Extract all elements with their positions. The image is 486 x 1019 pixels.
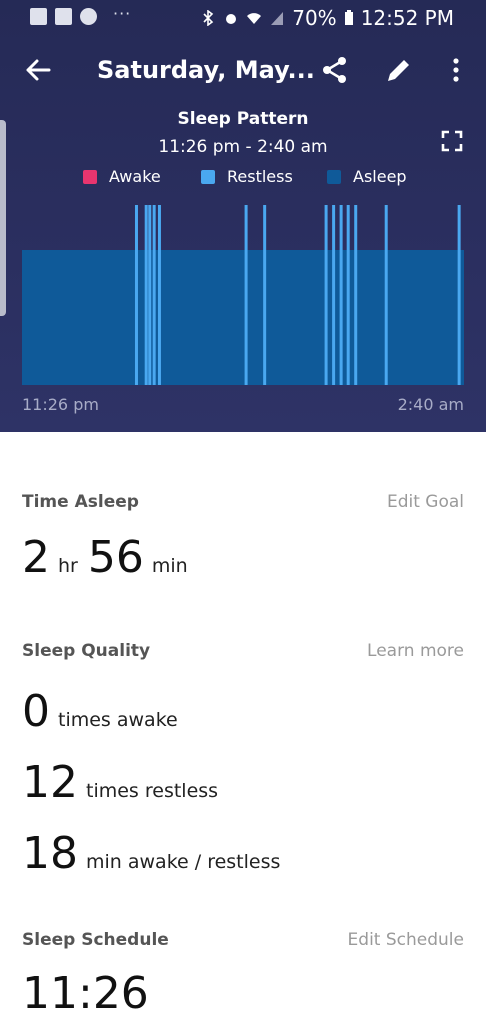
time-asleep-heading: Time Asleep [22,492,139,512]
restless-mark [244,205,248,385]
more-vertical-icon[interactable] [446,55,466,85]
clock: 12:52 PM [360,6,454,30]
minutes-unit: min [151,555,188,577]
gallery-notification-icon [30,8,47,25]
bluetooth-icon [203,10,214,26]
edit-goal-link[interactable]: Edit Goal [387,492,464,512]
restless-mark [346,205,350,385]
legend-label-restless: Restless [227,167,293,186]
chart-legend: Awake Restless Asleep [0,167,486,187]
awake-count-row: 0 times awake [22,686,188,737]
legend-item-asleep: Asleep [327,167,407,186]
axis-start-label: 11:26 pm [22,395,99,414]
restless-mark [354,205,358,385]
awake-label: times awake [58,709,178,731]
restless-mark [384,205,388,385]
asleep-band [22,250,464,385]
chart-title: Sleep Pattern [177,109,309,129]
legend-label-asleep: Asleep [353,167,407,186]
hours-value: 2 [22,532,50,583]
schedule-time: 11:26 [22,968,149,1019]
page-title: Saturday, May... [97,56,315,84]
sleep-header: ··· 70% 12:52 PM Saturday, May... Sleep … [0,0,486,432]
restless-mark [134,205,138,385]
alarm-icon [226,14,237,24]
hours-unit: hr [58,555,78,577]
restless-mark [457,205,461,385]
restless-mark [152,205,156,385]
legend-swatch-awake [83,169,97,184]
legend-item-restless: Restless [201,167,293,186]
restless-label: times restless [86,780,219,802]
awake-count: 0 [22,686,50,737]
restless-mark [324,205,328,385]
minutes-value: 56 [87,532,144,583]
time-asleep-value: 2 hr 56 min [22,532,198,583]
sleep-quality-header: Sleep Quality Learn more [22,641,464,661]
status-bar: ··· 70% 12:52 PM [0,0,486,34]
learn-more-link[interactable]: Learn more [367,641,464,661]
legend-item-awake: Awake [83,167,161,186]
news-notification-icon [55,8,72,25]
chrome-notification-icon [80,8,97,25]
restless-mark [148,205,152,385]
sleep-schedule-value: 11:26 [22,968,149,1019]
toolbar: Saturday, May... [0,46,486,96]
sleep-quality-heading: Sleep Quality [22,641,151,661]
more-notifications-icon: ··· [113,4,132,23]
restless-mark [332,205,336,385]
back-arrow-icon[interactable] [24,56,52,84]
legend-swatch-restless [201,169,215,184]
restless-mark [157,205,161,385]
sleep-pattern-chart[interactable] [22,205,464,385]
battery-icon [344,10,353,25]
edit-schedule-link[interactable]: Edit Schedule [348,930,464,950]
battery-percent: 70% [292,6,337,30]
restless-mark [339,205,343,385]
axis-end-label: 2:40 am [397,395,464,414]
restless-count: 12 [22,757,78,808]
restless-count-row: 12 times restless [22,757,228,808]
legend-label-awake: Awake [109,167,161,186]
fullscreen-icon[interactable] [441,130,463,152]
edge-panel-handle[interactable] [0,120,6,316]
chart-time-range: 11:26 pm - 2:40 am [158,137,328,157]
share-icon[interactable] [320,55,350,85]
awake-restless-minutes: 18 [22,828,78,879]
sleep-schedule-heading: Sleep Schedule [22,930,169,950]
sleep-schedule-header: Sleep Schedule Edit Schedule [22,930,464,950]
restless-mark [144,205,148,385]
pencil-icon[interactable] [384,55,414,85]
awake-restless-minutes-row: 18 min awake / restless [22,828,290,879]
signal-icon [271,12,284,25]
time-asleep-header: Time Asleep Edit Goal [22,492,464,512]
legend-swatch-asleep [327,169,341,184]
awake-restless-label: min awake / restless [86,851,281,873]
restless-mark [263,205,267,385]
wifi-icon [247,13,262,24]
